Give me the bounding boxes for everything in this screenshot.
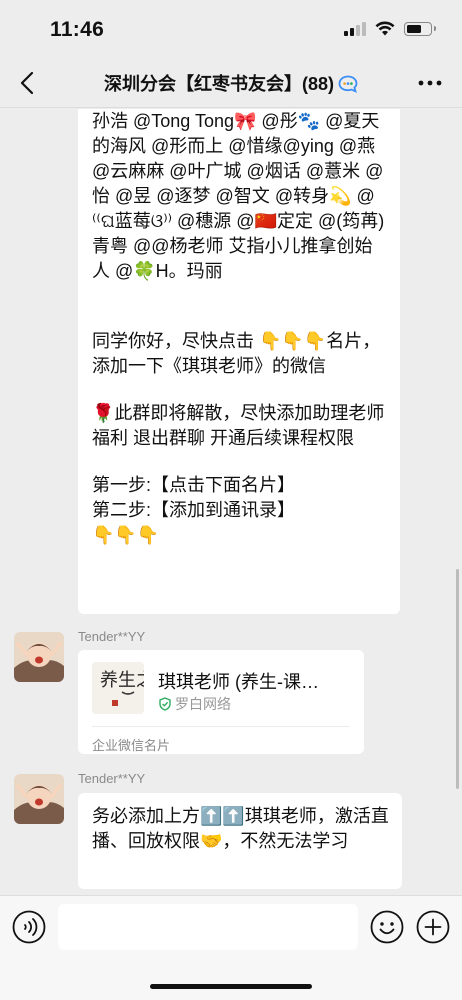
more-dots-icon[interactable] — [416, 70, 444, 96]
message-text: 务必添加上方⬆️⬆️琪琪老师，激活直播、回放权限🤝，不然无法学习 — [92, 806, 389, 851]
thumb-text: 养生之道 — [100, 670, 144, 691]
nav-bar: 深圳分会【红枣书友会】(88) — [0, 58, 462, 108]
message-bubble-mentions[interactable]: 孙浩 @Tong Tong🎀 @彤🐾 @夏天的海风 @形而上 @惜缘@ying … — [78, 109, 400, 614]
avatar-icon — [14, 632, 64, 682]
contact-card[interactable]: 养生之道 琪琪老师 (养生-课… 罗白网络 企业微信名片 — [78, 650, 364, 754]
message-steps-text: 第一步:【点击下面名片】 第二步:【添加到通讯录】 👇👇👇 — [92, 475, 295, 545]
status-time: 11:46 — [50, 18, 105, 41]
avatar[interactable] — [14, 774, 64, 824]
plus-icon[interactable] — [416, 910, 450, 944]
sender-name: Tender**YY — [78, 771, 146, 786]
chat-area[interactable]: 孙浩 @Tong Tong🎀 @彤🐾 @夏天的海风 @形而上 @惜缘@ying … — [0, 109, 462, 895]
battery-level — [407, 24, 421, 33]
signal-icon — [344, 21, 366, 36]
avatar-icon — [14, 774, 64, 824]
divider — [92, 726, 350, 727]
contact-card-org: 罗白网络 — [158, 694, 231, 714]
home-indicator[interactable] — [150, 984, 312, 989]
verified-shield-icon — [159, 697, 171, 711]
message-input[interactable] — [58, 904, 358, 950]
scrollbar[interactable] — [456, 569, 459, 789]
message-warning-text: 🌹此群即将解散，尽快添加助理老师福利 退出群聊 开通后续课程权限 — [92, 403, 385, 448]
contact-card-thumbnail: 养生之道 — [92, 662, 144, 714]
chat-badge-icon — [338, 75, 358, 93]
wifi-icon — [375, 21, 395, 36]
voice-icon[interactable] — [12, 910, 46, 944]
contact-card-thumbnail-image: 养生之道 — [92, 662, 144, 714]
contact-card-name: 琪琪老师 (养生-课… — [158, 672, 319, 692]
battery-icon — [404, 21, 436, 36]
chat-title: 深圳分会【红枣书友会】(88) — [0, 70, 462, 96]
avatar[interactable] — [14, 632, 64, 682]
chat-title-text: 深圳分会【红枣书友会】(88) — [103, 74, 334, 94]
message-request-text: 同学你好，尽快点击 👇👇👇名片，添加一下《琪琪老师》的微信 — [92, 331, 381, 376]
input-bar — [0, 895, 462, 1000]
emoji-icon[interactable] — [370, 910, 404, 944]
status-bar: 11:46 — [0, 0, 462, 58]
contact-card-type: 企业微信名片 — [92, 738, 171, 753]
status-icons — [344, 21, 436, 36]
message-mentions-text: 孙浩 @Tong Tong🎀 @彤🐾 @夏天的海风 @形而上 @惜缘@ying … — [92, 111, 390, 281]
contact-card-org-text: 罗白网络 — [175, 696, 231, 712]
message-bubble-text[interactable]: 务必添加上方⬆️⬆️琪琪老师，激活直播、回放权限🤝，不然无法学习 — [78, 793, 402, 889]
sender-name: Tender**YY — [78, 629, 146, 644]
